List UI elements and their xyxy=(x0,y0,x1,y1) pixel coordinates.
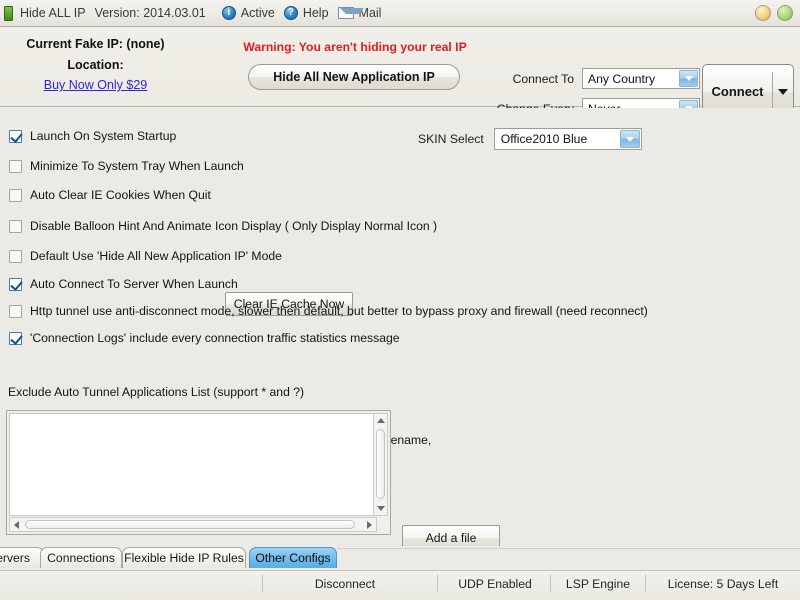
tab-connections[interactable]: Connections xyxy=(40,547,122,568)
minimize-button[interactable] xyxy=(755,5,771,21)
vertical-scroll-thumb[interactable] xyxy=(376,429,385,499)
connect-to-row: Connect To Any Country xyxy=(490,68,700,89)
exclude-line-1: Exclude Auto Tunnel Applications List (s… xyxy=(8,385,305,399)
connect-to-value: Any Country xyxy=(588,71,656,86)
app-title: Hide ALL IP xyxy=(20,6,86,20)
option-minimize-to-system-tray[interactable]: Minimize To System Tray When Launch xyxy=(9,159,244,173)
status-engine: LSP Engine xyxy=(565,576,631,591)
app-version: Version: 2014.03.01 xyxy=(94,6,206,20)
option-label: Minimize To System Tray When Launch xyxy=(30,159,244,173)
question-circle-icon: ? xyxy=(283,6,298,20)
horizontal-scroll-thumb[interactable] xyxy=(25,520,355,529)
tab-strip: ervers Connections Flexible Hide IP Rule… xyxy=(0,546,800,570)
option-label: 'Connection Logs' include every connecti… xyxy=(30,331,400,345)
option-label: Launch On System Startup xyxy=(30,129,177,143)
ip-info-block: Current Fake IP: (none) Location: Buy No… xyxy=(0,37,203,92)
tab-other-configs[interactable]: Other Configs xyxy=(249,547,337,568)
vertical-scrollbar[interactable] xyxy=(373,413,388,516)
option-default-use-hide-all-new-application-ip-mode[interactable]: Default Use 'Hide All New Application IP… xyxy=(9,249,282,263)
checkbox[interactable] xyxy=(9,188,22,202)
chevron-down-icon[interactable] xyxy=(619,130,640,148)
status-connection: Disconnect xyxy=(314,576,376,591)
checkbox[interactable] xyxy=(9,159,22,173)
checkbox[interactable] xyxy=(9,304,22,318)
info-circle-icon: i xyxy=(221,6,236,20)
divider xyxy=(645,575,646,592)
chevron-down-icon[interactable] xyxy=(773,89,793,95)
scroll-up-icon[interactable] xyxy=(374,414,387,427)
checkbox[interactable] xyxy=(9,277,22,291)
buy-now-link[interactable]: Buy Now Only $29 xyxy=(0,78,203,92)
horizontal-scrollbar[interactable] xyxy=(9,517,377,532)
warning-text: Warning: You aren't hiding your real IP xyxy=(243,40,467,54)
skin-select-row: SKIN Select Office2010 Blue xyxy=(418,128,642,150)
option-label: Http tunnel use anti-disconnect mode, sl… xyxy=(30,304,648,318)
active-label: Active xyxy=(240,6,275,20)
scroll-right-icon[interactable] xyxy=(363,518,376,531)
active-menu-item[interactable]: i Active xyxy=(221,6,275,20)
checkbox[interactable] xyxy=(9,129,22,143)
connect-button-label: Connect xyxy=(711,84,764,99)
option-connection-logs-traffic-statistics[interactable]: 'Connection Logs' include every connecti… xyxy=(9,331,400,345)
option-launch-on-system-startup[interactable]: Launch On System Startup xyxy=(9,129,176,143)
envelope-icon xyxy=(337,7,364,19)
option-label: Auto Clear IE Cookies When Quit xyxy=(30,188,211,202)
option-auto-connect-to-server[interactable]: Auto Connect To Server When Launch xyxy=(9,277,238,291)
close-button[interactable] xyxy=(777,5,793,21)
option-http-tunnel-anti-disconnect[interactable]: Http tunnel use anti-disconnect mode, sl… xyxy=(9,304,648,318)
divider xyxy=(550,575,551,592)
scroll-down-icon[interactable] xyxy=(374,502,387,515)
connect-to-label: Connect To xyxy=(512,71,574,86)
checkbox[interactable] xyxy=(9,331,22,345)
app-logo-icon xyxy=(4,5,13,21)
exclude-applications-list[interactable] xyxy=(6,410,391,535)
option-label: Disable Balloon Hint And Animate Icon Di… xyxy=(30,219,438,233)
option-auto-clear-ie-cookies[interactable]: Auto Clear IE Cookies When Quit xyxy=(9,188,211,202)
skin-select[interactable]: Office2010 Blue xyxy=(493,128,642,150)
connect-to-select[interactable]: Any Country xyxy=(582,68,700,89)
tab-strip-filler xyxy=(337,548,800,568)
mail-menu-item[interactable]: Mail xyxy=(337,6,381,20)
scroll-left-icon[interactable] xyxy=(10,518,23,531)
checkbox[interactable] xyxy=(9,219,22,233)
exclude-list-content[interactable] xyxy=(9,413,377,516)
checkbox[interactable] xyxy=(9,249,22,263)
help-label: Help xyxy=(302,6,329,20)
current-fake-ip: Current Fake IP: (none) xyxy=(26,37,165,51)
status-udp: UDP Enabled xyxy=(458,576,532,591)
option-disable-balloon-hint[interactable]: Disable Balloon Hint And Animate Icon Di… xyxy=(9,219,437,233)
skin-select-value: Office2010 Blue xyxy=(500,132,588,146)
title-bar: Hide ALL IP Version: 2014.03.01 i Active… xyxy=(0,0,800,27)
status-bar: Disconnect UDP Enabled LSP Engine Licens… xyxy=(0,570,800,600)
window-controls xyxy=(755,5,793,21)
option-label: Auto Connect To Server When Launch xyxy=(30,277,238,291)
divider xyxy=(262,575,263,592)
tab-servers[interactable]: ervers xyxy=(0,547,44,568)
status-license: License: 5 Days Left xyxy=(667,576,779,591)
skin-select-label: SKIN Select xyxy=(418,132,484,146)
option-label: Default Use 'Hide All New Application IP… xyxy=(30,249,282,263)
application-window: Hide ALL IP Version: 2014.03.01 i Active… xyxy=(0,0,800,600)
help-menu-item[interactable]: ? Help xyxy=(283,6,329,20)
header-panel: Current Fake IP: (none) Location: Buy No… xyxy=(0,28,800,119)
location-label: Location: xyxy=(67,58,124,72)
chevron-down-icon[interactable] xyxy=(679,70,698,87)
other-configs-panel: SKIN Select Office2010 Blue Launch On Sy… xyxy=(0,108,800,551)
divider xyxy=(437,575,438,592)
tab-flexible-hide-ip-rules[interactable]: Flexible Hide IP Rules xyxy=(122,547,246,568)
hide-all-new-application-ip-button[interactable]: Hide All New Application IP xyxy=(248,64,460,90)
